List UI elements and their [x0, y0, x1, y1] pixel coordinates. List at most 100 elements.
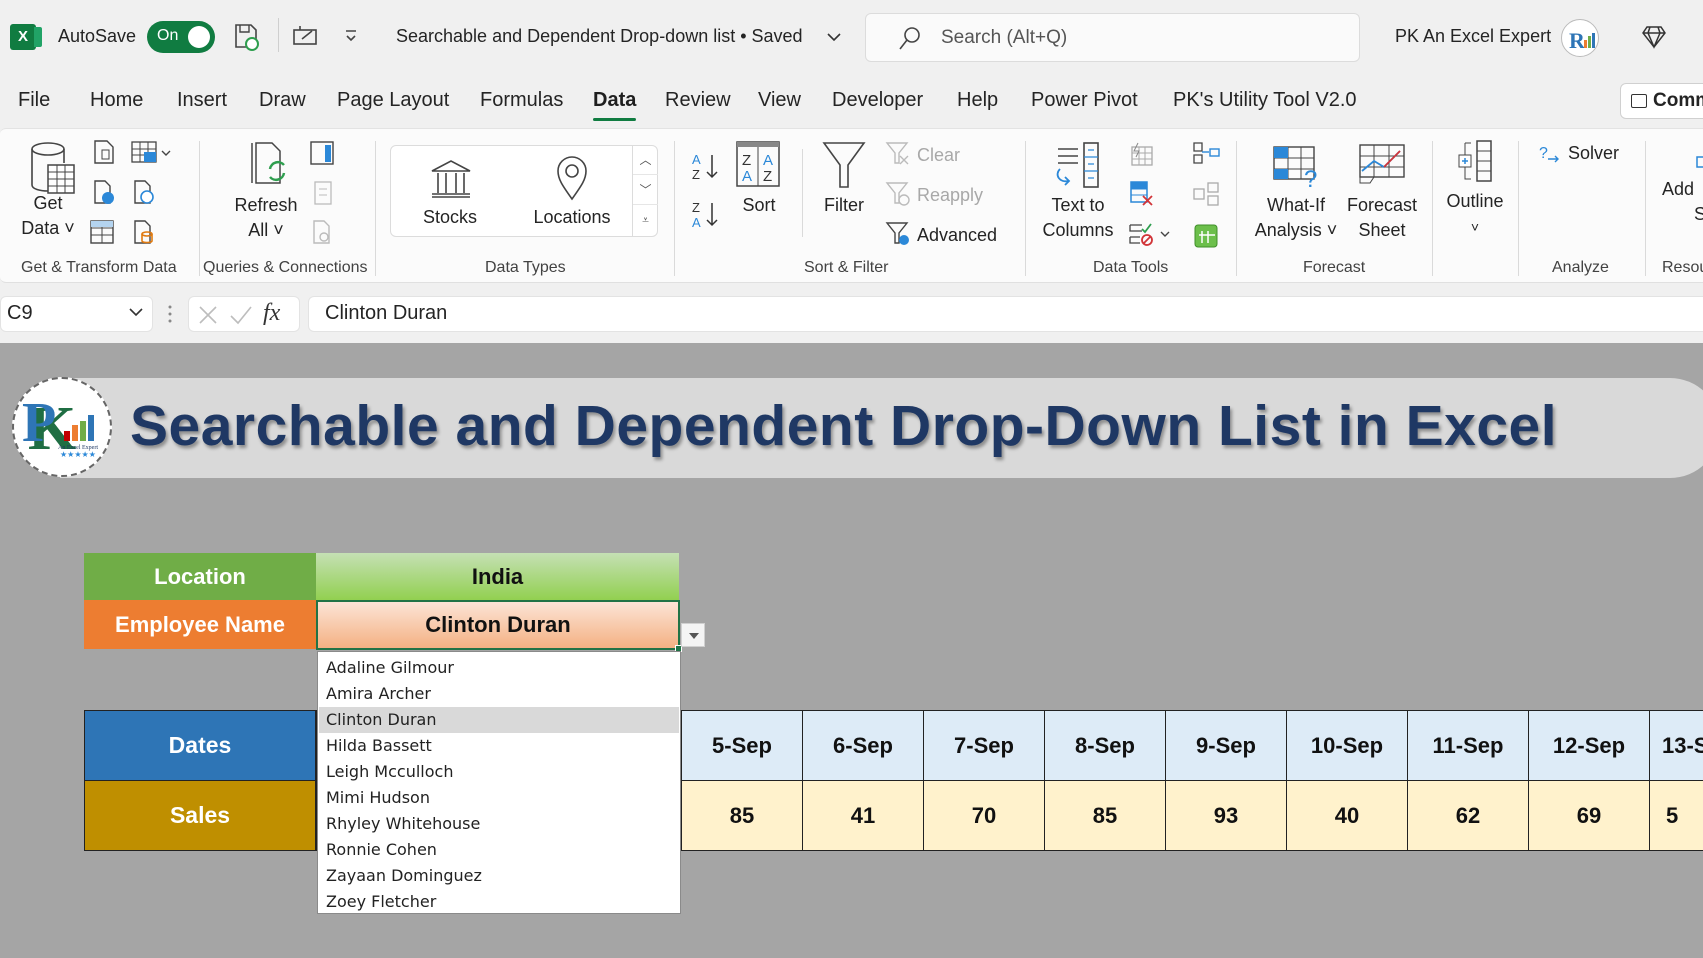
- text-to-columns-button[interactable]: Text to Columns: [1036, 193, 1120, 243]
- solver-icon[interactable]: ?: [1538, 143, 1562, 165]
- sales-cell[interactable]: 62: [1407, 780, 1529, 851]
- from-text-icon[interactable]: [93, 139, 115, 165]
- date-cell[interactable]: 7-Sep: [923, 710, 1045, 781]
- diamond-icon[interactable]: [1641, 24, 1667, 50]
- existing-connections-icon[interactable]: [133, 219, 155, 245]
- dropdown-option[interactable]: Clinton Duran: [319, 707, 679, 733]
- sort-z-a-icon[interactable]: ZA: [690, 199, 720, 231]
- forecast-sheet-button[interactable]: Forecast Sheet: [1344, 193, 1420, 243]
- date-cell[interactable]: 10-Sep: [1286, 710, 1408, 781]
- chevron-down-icon[interactable]: [128, 302, 144, 327]
- outline-icon[interactable]: [1455, 139, 1495, 183]
- tab-data[interactable]: Data: [593, 89, 637, 121]
- tab-page-layout[interactable]: Page Layout: [337, 89, 449, 112]
- location-pin-icon[interactable]: [554, 155, 590, 201]
- get-data-button[interactable]: Get Data ˅: [20, 191, 76, 241]
- data-validation-icon[interactable]: [1128, 221, 1172, 247]
- avatar[interactable]: R: [1561, 19, 1599, 57]
- dropdown-option[interactable]: Rhyley Whitehouse: [319, 811, 679, 837]
- customize-qat-icon[interactable]: [344, 28, 358, 44]
- employee-name-cell[interactable]: Clinton Duran: [316, 600, 680, 650]
- dropdown-option[interactable]: Mimi Hudson: [319, 785, 679, 811]
- tab-power-pivot[interactable]: Power Pivot: [1031, 89, 1138, 112]
- sales-cell[interactable]: 40: [1286, 780, 1408, 851]
- advanced-button[interactable]: Advanced: [917, 223, 997, 248]
- autosave-toggle[interactable]: On: [147, 21, 215, 53]
- dropdown-option[interactable]: Zoey Fletcher: [319, 889, 679, 915]
- solver-button[interactable]: Solver: [1568, 141, 1619, 166]
- location-value-cell[interactable]: India: [316, 553, 679, 600]
- date-cell[interactable]: 13-Sep: [1649, 710, 1703, 781]
- dropdown-option[interactable]: Adaline Gilmour: [319, 655, 679, 681]
- comments-button[interactable]: Comm: [1620, 83, 1703, 119]
- sort-button[interactable]: Sort: [736, 193, 782, 218]
- tab-review[interactable]: Review: [665, 89, 731, 112]
- sales-cell[interactable]: 93: [1165, 780, 1287, 851]
- tab-help[interactable]: Help: [957, 89, 998, 112]
- scroll-down-icon[interactable]: ﹀: [633, 175, 658, 205]
- consolidate-icon[interactable]: [1192, 141, 1220, 165]
- what-if-analysis-button[interactable]: What-If Analysis ˅: [1248, 193, 1344, 243]
- outline-button[interactable]: Outline ˅: [1440, 189, 1510, 240]
- search-input[interactable]: Search (Alt+Q): [865, 13, 1360, 62]
- recent-sources-icon[interactable]: [133, 179, 155, 205]
- sales-cell[interactable]: 69: [1528, 780, 1650, 851]
- dropdown-arrow-button[interactable]: [681, 623, 705, 647]
- touch-mode-icon[interactable]: [292, 24, 320, 48]
- sales-cell[interactable]: 70: [923, 780, 1045, 851]
- gallery-more-icon[interactable]: ⩡: [633, 205, 658, 235]
- dropdown-option[interactable]: Amira Archer: [319, 681, 679, 707]
- name-box[interactable]: C9: [0, 296, 153, 332]
- chevron-down-icon[interactable]: [826, 30, 842, 44]
- what-if-icon[interactable]: ?: [1272, 145, 1322, 193]
- add-ins-button[interactable]: Add S: [1662, 177, 1703, 227]
- data-model-icon[interactable]: [1193, 221, 1219, 249]
- dropdown-option[interactable]: Zayaan Dominguez: [319, 863, 679, 889]
- save-sync-icon[interactable]: [233, 22, 261, 52]
- tab-file[interactable]: File: [18, 89, 50, 112]
- refresh-all-icon[interactable]: [248, 141, 294, 191]
- sort-dialog-icon[interactable]: ZAAZ: [736, 141, 780, 187]
- text-to-columns-icon[interactable]: [1050, 141, 1102, 189]
- date-cell[interactable]: 6-Sep: [802, 710, 924, 781]
- date-cell[interactable]: 8-Sep: [1044, 710, 1166, 781]
- sales-cell[interactable]: 5: [1649, 780, 1703, 851]
- queries-connections-icon[interactable]: [310, 141, 334, 165]
- user-name[interactable]: PK An Excel Expert: [1395, 26, 1551, 47]
- tab-developer[interactable]: Developer: [832, 89, 923, 112]
- filter-button[interactable]: Filter: [818, 193, 870, 218]
- locations-button[interactable]: Locations: [528, 205, 616, 230]
- from-web-icon[interactable]: [93, 179, 115, 205]
- tab-pk-utility-tool[interactable]: PK's Utility Tool V2.0: [1173, 89, 1357, 112]
- forecast-sheet-icon[interactable]: [1358, 143, 1406, 185]
- from-table-icon[interactable]: [90, 220, 114, 244]
- filter-funnel-icon[interactable]: [822, 141, 866, 189]
- refresh-all-button[interactable]: Refresh All ˅: [228, 193, 304, 243]
- date-cell[interactable]: 12-Sep: [1528, 710, 1650, 781]
- document-title[interactable]: Searchable and Dependent Drop-down list …: [396, 26, 803, 47]
- dropdown-option[interactable]: Hilda Bassett: [319, 733, 679, 759]
- sales-cell[interactable]: 85: [1044, 780, 1166, 851]
- add-ins-icon[interactable]: [1695, 153, 1703, 169]
- tab-draw[interactable]: Draw: [259, 89, 306, 112]
- drag-handle-icon[interactable]: [167, 302, 173, 326]
- stocks-button[interactable]: Stocks: [410, 205, 490, 230]
- tab-insert[interactable]: Insert: [177, 89, 227, 112]
- tab-formulas[interactable]: Formulas: [480, 89, 563, 112]
- sales-cell[interactable]: 41: [802, 780, 924, 851]
- insert-function-button[interactable]: fx: [263, 300, 280, 327]
- from-picture-icon[interactable]: [131, 141, 171, 165]
- remove-duplicates-icon[interactable]: [1130, 181, 1154, 207]
- gallery-scroll[interactable]: ︿ ﹀ ⩡: [632, 145, 658, 237]
- dropdown-option[interactable]: Ronnie Cohen: [319, 837, 679, 863]
- stocks-icon[interactable]: [428, 159, 474, 201]
- date-cell[interactable]: 9-Sep: [1165, 710, 1287, 781]
- enter-check-icon[interactable]: [229, 304, 253, 326]
- scroll-up-icon[interactable]: ︿: [633, 145, 658, 175]
- dropdown-option[interactable]: Leigh Mcculloch: [319, 759, 679, 785]
- tab-view[interactable]: View: [758, 89, 801, 112]
- cancel-icon[interactable]: [197, 304, 219, 326]
- formula-input[interactable]: Clinton Duran: [308, 296, 1703, 332]
- date-cell[interactable]: 11-Sep: [1407, 710, 1529, 781]
- sales-cell[interactable]: 85: [681, 780, 803, 851]
